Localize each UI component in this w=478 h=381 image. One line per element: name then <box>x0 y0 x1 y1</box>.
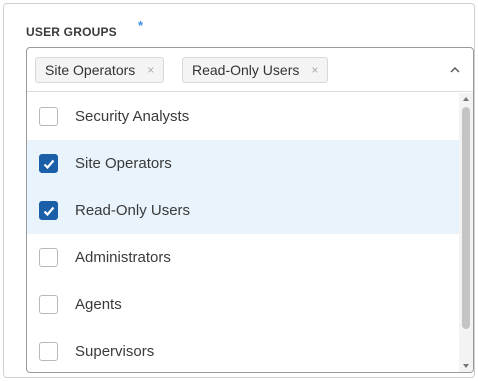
option-supervisors[interactable]: Supervisors <box>27 328 459 372</box>
required-indicator: * <box>138 18 144 33</box>
checkbox-checked[interactable] <box>39 154 58 173</box>
checkmark-icon <box>43 159 55 170</box>
chip-label: Read-Only Users <box>192 62 300 78</box>
checkbox[interactable] <box>39 295 58 314</box>
options-scrollbar[interactable] <box>459 93 473 372</box>
field-label: USER GROUPS <box>26 25 117 39</box>
option-label: Supervisors <box>75 343 155 360</box>
option-label: Security Analysts <box>75 108 190 125</box>
selected-chip-read-only-users: Read-Only Users × <box>182 57 329 83</box>
option-read-only-users[interactable]: Read-Only Users <box>27 187 459 234</box>
scroll-down-arrow-icon[interactable] <box>463 364 469 368</box>
user-groups-multiselect[interactable]: Site Operators × Read-Only Users × Secur… <box>26 47 474 373</box>
option-agents[interactable]: Agents <box>27 281 459 328</box>
checkbox[interactable] <box>39 342 58 361</box>
user-groups-panel: USER GROUPS * Site Operators × Read-Only… <box>3 3 475 378</box>
option-site-operators[interactable]: Site Operators <box>27 140 459 187</box>
option-label: Read-Only Users <box>75 202 191 219</box>
checkbox[interactable] <box>39 107 58 126</box>
close-icon[interactable]: × <box>311 63 318 77</box>
chevron-up-icon[interactable] <box>447 62 463 78</box>
option-label: Agents <box>75 296 122 313</box>
option-label: Administrators <box>75 249 171 266</box>
checkbox[interactable] <box>39 248 58 267</box>
multiselect-input[interactable]: Site Operators × Read-Only Users × <box>27 48 473 92</box>
chip-label: Site Operators <box>45 62 136 78</box>
options-list: Security Analysts Site Operators Read-On… <box>27 93 459 372</box>
option-administrators[interactable]: Administrators <box>27 234 459 281</box>
option-security-analysts[interactable]: Security Analysts <box>27 93 459 140</box>
scrollbar-thumb[interactable] <box>462 107 470 329</box>
option-label: Site Operators <box>75 155 172 172</box>
scroll-up-arrow-icon[interactable] <box>463 97 469 101</box>
selected-chip-site-operators: Site Operators × <box>35 57 165 83</box>
checkbox-checked[interactable] <box>39 201 58 220</box>
checkmark-icon <box>43 206 55 217</box>
close-icon[interactable]: × <box>147 63 154 77</box>
